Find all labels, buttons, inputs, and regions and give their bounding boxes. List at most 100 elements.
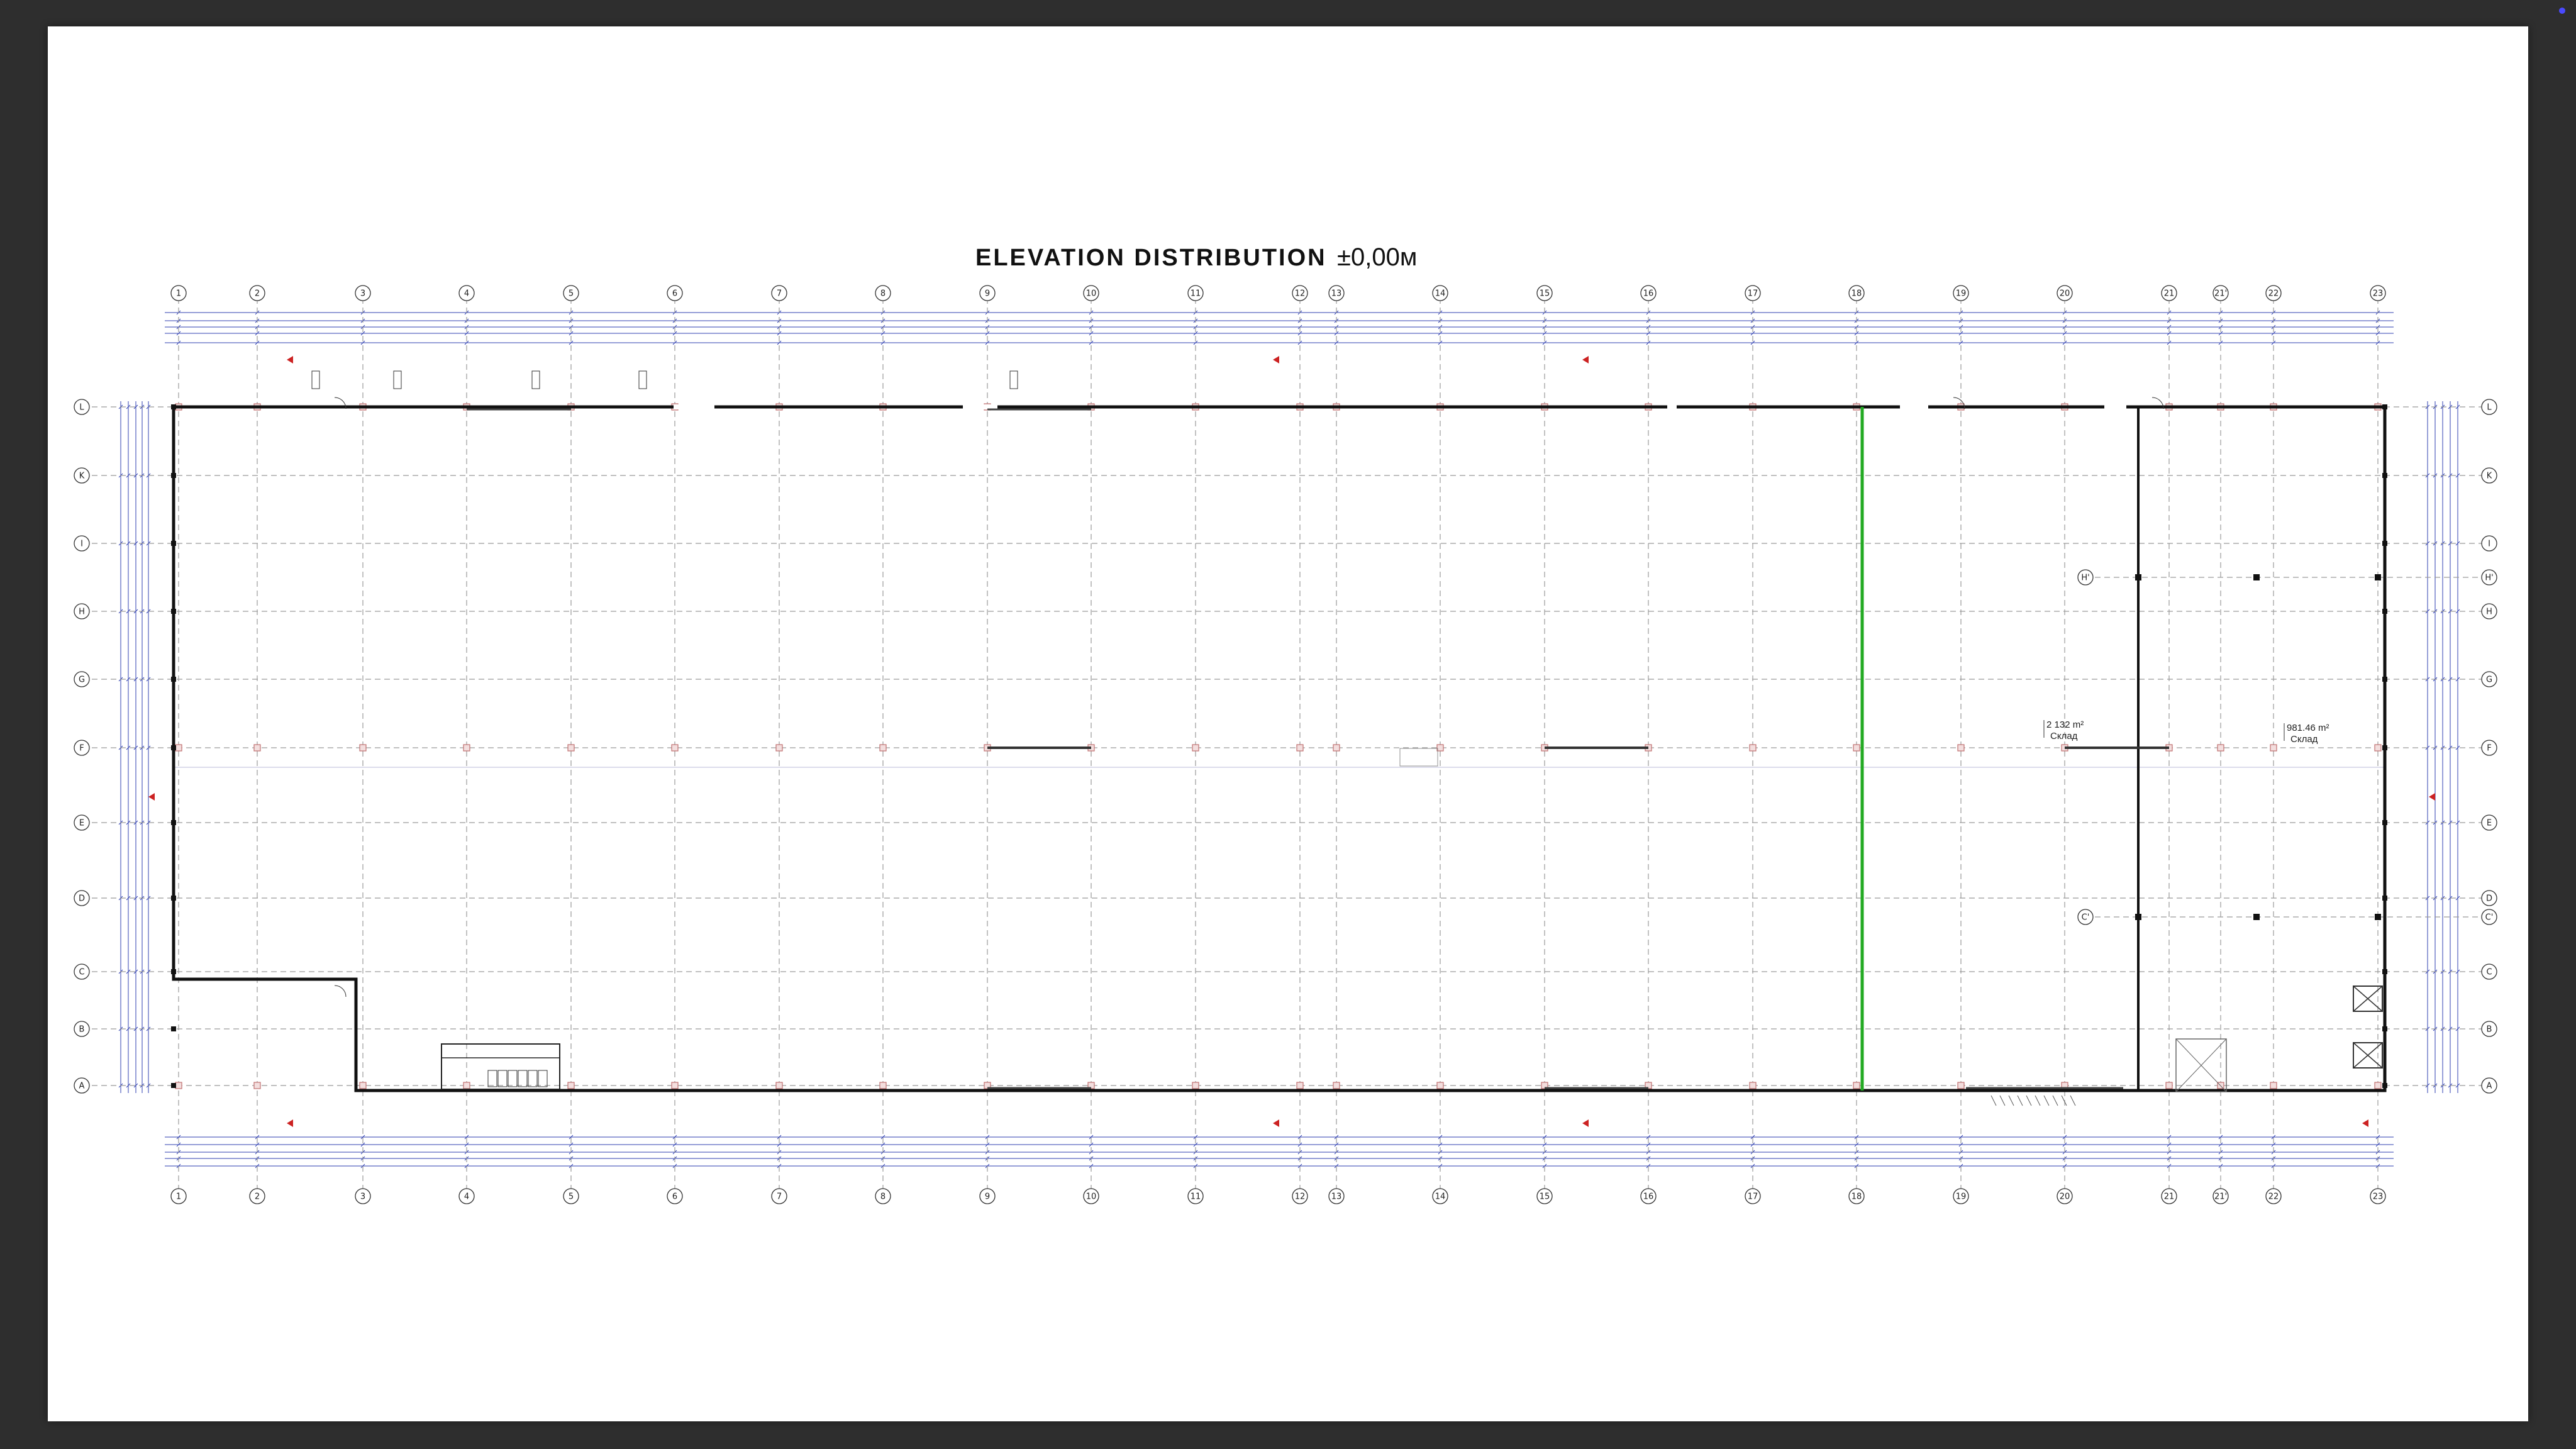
- section-arrow: [287, 1119, 293, 1127]
- ramp-hatch: [2008, 1095, 2014, 1106]
- section-arrow: [287, 356, 293, 364]
- door-opening: [1667, 404, 1677, 409]
- grid-bubble-top-16: 16: [1640, 285, 1657, 301]
- stair-tread: [497, 1070, 508, 1087]
- column-14-F: [1436, 744, 1444, 752]
- grid-bubble-label: 5: [569, 289, 574, 299]
- structural-grid: [92, 298, 2487, 1190]
- grid-bubble-top-1: 1: [170, 285, 187, 301]
- grid-bubble-label: 12: [1295, 289, 1306, 299]
- column-23-F: [2374, 744, 2382, 752]
- grid-bubble-bottom-7: 7: [771, 1188, 787, 1204]
- grid-bubble-label: 3: [360, 1192, 365, 1202]
- drawing-sheet: ELEVATION DISTRIBUTION ±0,00м 2 132 m² Ск…: [48, 26, 2528, 1421]
- grid-bubble-top-19: 19: [1953, 285, 1969, 301]
- grid-bubble-bottom-12: 12: [1292, 1188, 1308, 1204]
- grid-bubble-right-G: G: [2481, 671, 2497, 687]
- grid-bubble-bottom-22: 22: [2265, 1188, 2282, 1204]
- grid-bubble-label: 21': [2214, 289, 2227, 299]
- grid-bubble-top-22: 22: [2265, 285, 2282, 301]
- grid-bubble-label: 19: [1956, 289, 1967, 299]
- grid-bubble-bottom-6: 6: [667, 1188, 683, 1204]
- door-tag: [531, 370, 540, 389]
- ramp-hatch: [2070, 1095, 2076, 1106]
- grid-bubble-top-9: 9: [979, 285, 996, 301]
- grid-bubble-label: B: [79, 1025, 85, 1035]
- column-1-A: [175, 1082, 182, 1089]
- grid-bubble-bottom-19: 19: [1953, 1188, 1969, 1204]
- grid-bubble-label: 15: [1540, 289, 1550, 299]
- room-labels: 2 132 m²Склад981.46 m²Склад: [2043, 719, 2329, 745]
- grid-bubble-partial-left-H': H': [2077, 569, 2094, 586]
- grid-bubble-label: E: [2487, 819, 2492, 828]
- grid-bubble-label: D: [79, 894, 85, 904]
- room-name-2: Склад: [2290, 734, 2318, 745]
- room-name-1: Склад: [2050, 731, 2078, 741]
- grid-bubble-label: F: [79, 744, 84, 753]
- grid-bubble-label: 8: [880, 289, 886, 299]
- door-tag: [1009, 370, 1018, 389]
- grid-bubble-label: 13: [1331, 289, 1342, 299]
- ramp-hatch: [2043, 1095, 2050, 1106]
- column-12-A: [1296, 1082, 1304, 1089]
- grid-bubble-top-21: 21: [2161, 285, 2177, 301]
- grid-bubble-label: H': [2485, 574, 2493, 583]
- grid-bubble-label: A: [2487, 1082, 2492, 1091]
- grid-bubble-right-K: K: [2481, 467, 2497, 484]
- grid-bubble-right-B: B: [2481, 1021, 2497, 1037]
- grid-bubble-left-H: H: [74, 603, 90, 619]
- exterior-wall: [172, 405, 2387, 1092]
- grid-bubble-bottom-5: 5: [563, 1188, 579, 1204]
- grid-bubble-left-E: E: [74, 814, 90, 831]
- grid-bubble-left-B: B: [74, 1021, 90, 1037]
- column-22-F: [2270, 744, 2277, 752]
- grid-bubble-label: 2: [255, 1192, 260, 1202]
- ramp-hatch: [2017, 1095, 2023, 1106]
- grid-bubble-label: 6: [672, 1192, 677, 1202]
- dimension-lines: [118, 310, 2460, 1169]
- grid-bubble-top-11: 11: [1187, 285, 1204, 301]
- grid-bubble-top-13: 13: [1328, 285, 1345, 301]
- column-17-F: [1749, 744, 1757, 752]
- grid-bubble-bottom-9: 9: [979, 1188, 996, 1204]
- column-7-F: [775, 744, 783, 752]
- grid-bubble-right-D: D: [2481, 890, 2497, 906]
- grid-bubble-left-I: I: [74, 535, 90, 552]
- section-arrow: [1273, 1119, 1279, 1127]
- column-11-F: [1192, 744, 1199, 752]
- grid-bubble-label: 16: [1643, 289, 1654, 299]
- section-arrow: [2429, 793, 2435, 801]
- room-area-2: 981.46 m²: [2287, 723, 2329, 733]
- section-arrow: [1273, 356, 1279, 364]
- grid-bubble-label: C: [79, 968, 84, 977]
- grid-bubble-label: 2: [255, 289, 260, 299]
- grid-bubble-bottom-8: 8: [875, 1188, 891, 1204]
- grid-bubble-label: 18: [1852, 1192, 1862, 1202]
- grid-bubble-label: 21: [2164, 1192, 2175, 1202]
- column-14-A: [1436, 1082, 1444, 1089]
- stair-tread: [518, 1070, 528, 1087]
- grid-bubble-top-20: 20: [2057, 285, 2073, 301]
- ramp-hatch: [2035, 1095, 2041, 1106]
- column-13-F: [1333, 744, 1340, 752]
- grid-bubble-label: 1: [176, 289, 181, 299]
- column-partial: [2375, 574, 2381, 580]
- grid-bubble-top-4: 4: [458, 285, 475, 301]
- status-dot: [2559, 8, 2565, 14]
- section-arrow: [1582, 356, 1589, 364]
- grid-bubble-partial-right-H': H': [2481, 569, 2497, 586]
- plan-details: [148, 356, 2435, 1127]
- grid-bubble-label: 16: [1643, 1192, 1654, 1202]
- grid-bubble-top-8: 8: [875, 285, 891, 301]
- column-8-A: [879, 1082, 887, 1089]
- grid-bubble-label: 7: [777, 1192, 782, 1202]
- grid-bubble-label: 21': [2214, 1192, 2227, 1202]
- door-tag: [638, 370, 647, 389]
- column-19-A: [1957, 1082, 1965, 1089]
- grid-bubble-label: 14: [1435, 1192, 1446, 1202]
- grid-bubble-top-5: 5: [563, 285, 579, 301]
- grid-bubble-bottom-21: 21: [2161, 1188, 2177, 1204]
- grid-bubble-left-A: A: [74, 1077, 90, 1094]
- grid-bubble-label: B: [2487, 1025, 2492, 1035]
- grid-bubble-label: C': [2082, 913, 2090, 923]
